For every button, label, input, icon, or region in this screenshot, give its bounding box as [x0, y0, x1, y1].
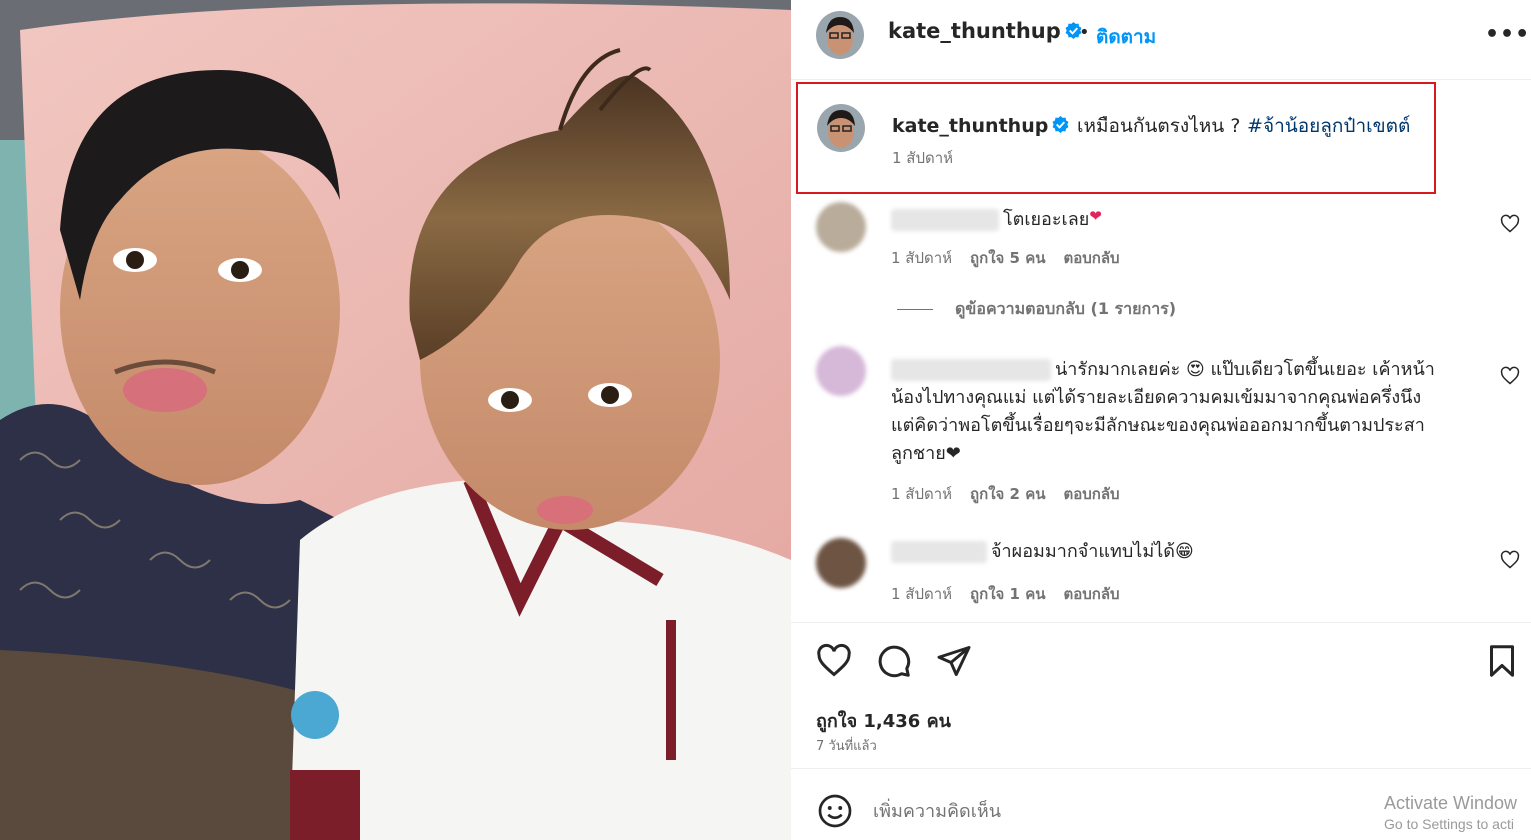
comment-item: น่ารักมากเลยค่ะ 😍 แป๊บเดียวโตขึ้นเยอะ เค… — [791, 340, 1531, 510]
comment-likes[interactable]: ถูกใจ 1 คน — [970, 585, 1045, 603]
comment-text: จ้าผอมมากจำแทบไม่ได้😁 — [991, 541, 1194, 562]
heart-emoji: ❤ — [1089, 207, 1102, 225]
comment-text-line-4: ลูกชาย❤ — [891, 443, 961, 464]
caption-hashtag[interactable]: #จ้าน้อยลูกป๋าเขตต์ — [1247, 115, 1410, 137]
share-icon[interactable] — [936, 643, 972, 679]
caption-time: 1 สัปดาห์ — [892, 149, 954, 167]
author-avatar[interactable] — [816, 11, 864, 59]
caption-text: เหมือนกันตรงไหน ? — [1076, 115, 1241, 137]
comment-body: จ้าผอมมากจำแทบไม่ได้😁 — [891, 538, 1481, 566]
view-replies-button[interactable]: ดูข้อความตอบกลับ (1 รายการ) — [897, 297, 1176, 322]
reply-button[interactable]: ตอบกลับ — [1064, 249, 1120, 267]
heart-icon[interactable] — [1500, 550, 1520, 570]
author-username[interactable]: kate_thunthup — [888, 19, 1083, 43]
commenter-avatar[interactable] — [816, 202, 866, 252]
comment-time: 1 สัปดาห์ — [891, 485, 953, 503]
comment-time: 1 สัปดาห์ — [891, 249, 953, 267]
windows-activation-watermark: Activate Window Go to Settings to acti — [1384, 793, 1517, 832]
heart-icon[interactable] — [816, 643, 852, 679]
commenter-username-blurred[interactable] — [891, 209, 999, 231]
comment-line: น่ารักมากเลยค่ะ 😍 แป๊บเดียวโตขึ้นเยอะ เค… — [891, 356, 1481, 384]
comment-icon[interactable] — [876, 643, 912, 679]
comment-meta: 1 สัปดาห์ ถูกใจ 2 คน ตอบกลับ — [891, 482, 1138, 506]
post-photo[interactable] — [0, 0, 791, 840]
watermark-line-1: Activate Window — [1384, 793, 1518, 813]
comment-meta: 1 สัปดาห์ ถูกใจ 1 คน ตอบกลับ — [891, 582, 1138, 606]
caption-username[interactable]: kate_thunthup — [892, 115, 1048, 137]
commenter-avatar[interactable] — [816, 346, 866, 396]
comment-text-line-3: แต่คิดว่าพอโตขึ้นเรื่อยๆจะมีลักษณะของคุณ… — [891, 415, 1425, 436]
more-options-button[interactable]: ••• — [1485, 22, 1530, 47]
post-photo-image — [0, 0, 791, 840]
caption-line: kate_thunthup เหมือนกันตรงไหน ? #จ้าน้อย… — [892, 111, 1410, 141]
likes-count[interactable]: ถูกใจ 1,436 คน — [816, 706, 951, 735]
posted-time: 7 วันที่แล้ว — [816, 739, 877, 754]
comment-time: 1 สัปดาห์ — [891, 585, 953, 603]
post-header: kate_thunthup • ติดตาม ••• — [791, 0, 1531, 80]
emoji-icon[interactable] — [817, 793, 853, 829]
view-replies-text[interactable]: ดูข้อความตอบกลับ (1 รายการ) — [955, 299, 1176, 318]
commenter-username-blurred[interactable] — [891, 541, 987, 563]
comment-item: จ้าผอมมากจำแทบไม่ได้😁 1 สัปดาห์ ถูกใจ 1 ค… — [791, 532, 1531, 612]
caption-highlight: kate_thunthup เหมือนกันตรงไหน ? #จ้าน้อย… — [796, 82, 1436, 194]
reply-button[interactable]: ตอบกลับ — [1064, 485, 1120, 503]
comment-text-line-1: น่ารักมากเลยค่ะ 😍 แป๊บเดียวโตขึ้นเยอะ เค… — [1055, 359, 1435, 380]
follow-button[interactable]: ติดตาม — [1096, 22, 1156, 52]
comment-likes[interactable]: ถูกใจ 5 คน — [970, 249, 1045, 267]
separator-dot: • — [1079, 22, 1090, 43]
verified-badge-icon — [1052, 115, 1069, 134]
reply-button[interactable]: ตอบกลับ — [1064, 585, 1120, 603]
commenter-avatar[interactable] — [816, 538, 866, 588]
comment-meta: 1 สัปดาห์ ถูกใจ 5 คน ตอบกลับ — [891, 246, 1138, 270]
comment-body: โตเยอะเลย❤ — [891, 202, 1481, 234]
heart-icon[interactable] — [1500, 366, 1520, 386]
comment-text-line-2: น้องไปทางคุณแม่ แต่ได้รายละเอียดความคมเข… — [891, 387, 1422, 408]
comment-text: โตเยอะเลย — [1003, 209, 1090, 230]
comment-likes[interactable]: ถูกใจ 2 คน — [970, 485, 1045, 503]
author-username-text[interactable]: kate_thunthup — [888, 19, 1061, 43]
heart-icon[interactable] — [1500, 214, 1520, 234]
comment-body: น่ารักมากเลยค่ะ 😍 แป๊บเดียวโตขึ้นเยอะ เค… — [891, 356, 1481, 468]
caption-author-avatar[interactable] — [817, 104, 865, 152]
bookmark-icon[interactable] — [1484, 643, 1520, 679]
watermark-line-2: Go to Settings to acti — [1384, 816, 1514, 832]
comment-input[interactable] — [873, 795, 1373, 827]
replies-divider — [897, 309, 933, 310]
post-side-panel: kate_thunthup • ติดตาม ••• kate_thunthup… — [791, 0, 1531, 840]
comment-item: โตเยอะเลย❤ 1 สัปดาห์ ถูกใจ 5 คน ตอบกลับ — [791, 196, 1531, 276]
commenter-username-blurred[interactable] — [891, 359, 1051, 381]
